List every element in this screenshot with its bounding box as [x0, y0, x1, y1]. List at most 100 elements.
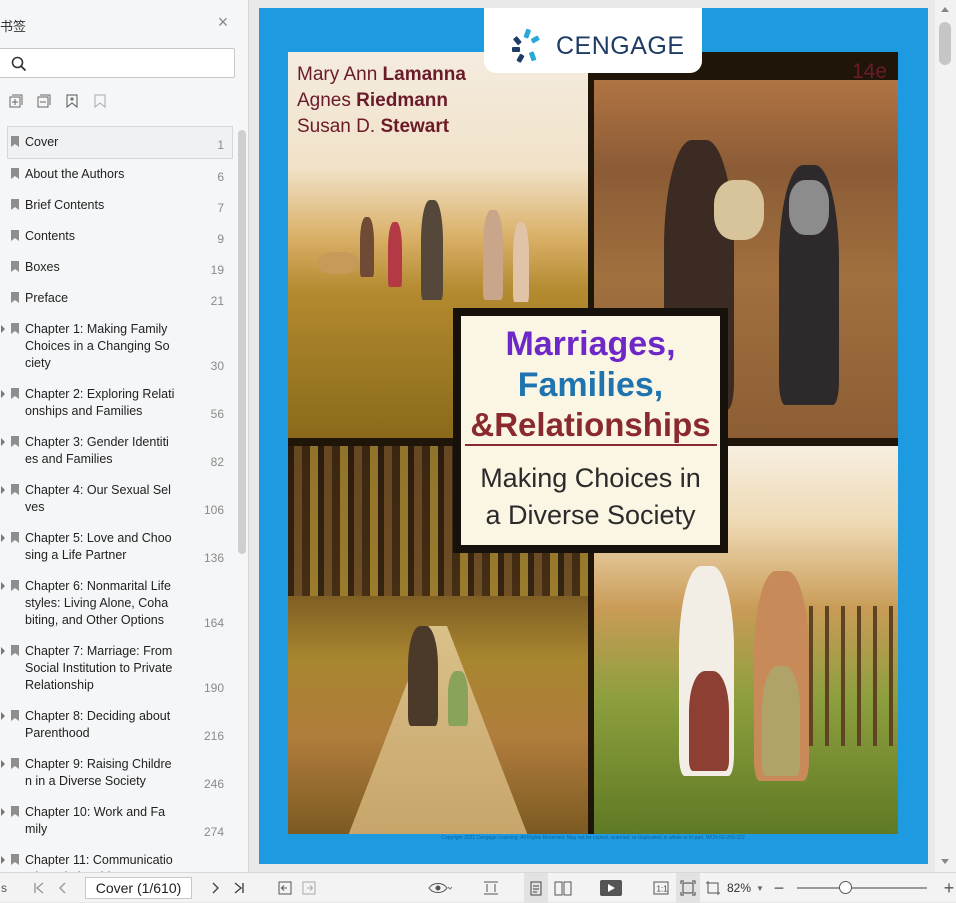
vertical-scrollbar[interactable] [935, 0, 956, 872]
author-last-name: Riedmann [356, 90, 449, 111]
panel-scrollbar[interactable] [238, 130, 246, 554]
expand-arrow-icon[interactable] [1, 760, 5, 768]
bookmark-icon [11, 388, 19, 399]
title-line-1: Marriages, [505, 325, 676, 363]
bookmark-item[interactable]: Boxes 19 [0, 252, 236, 283]
expand-arrow-icon[interactable] [1, 534, 5, 542]
author-first-name: Susan D. [297, 116, 376, 137]
status-bar: s Cover (1/610) 1:1 82% ▼ − + [0, 872, 956, 903]
next-page-icon[interactable] [205, 873, 225, 903]
bookmark-item[interactable]: Chapter 5: Love and Choosing a Life Part… [0, 523, 236, 571]
expand-arrow-icon[interactable] [1, 808, 5, 816]
fit-page-icon[interactable] [676, 873, 700, 903]
actual-size-icon[interactable]: 1:1 [651, 873, 671, 903]
bookmark-item[interactable]: Chapter 10: Work and Family 274 [0, 797, 236, 845]
bookmark-toolbar [6, 92, 110, 110]
cengage-logo-icon [512, 28, 540, 63]
bookmark-icon [11, 230, 19, 241]
go-back-icon[interactable] [275, 873, 295, 903]
bookmark-page-number: 164 [203, 616, 224, 630]
expand-arrow-icon[interactable] [1, 582, 5, 590]
scroll-up-arrow-icon[interactable] [941, 7, 949, 12]
zoom-slider[interactable] [797, 887, 927, 889]
bookmark-item[interactable]: Contents 9 [0, 221, 236, 252]
last-page-icon[interactable] [229, 873, 249, 903]
copyright-notice: Copyright 2021 Cengage Learning. All Rig… [441, 835, 745, 841]
subtitle-line-1: Making Choices in [480, 463, 701, 493]
zoom-crop-icon[interactable] [703, 873, 723, 903]
first-page-icon[interactable] [29, 873, 49, 903]
bookmark-icon [11, 710, 19, 721]
bookmark-item[interactable]: Chapter 11: Communication in Relationshi… [0, 845, 236, 872]
author-last-name: Stewart [380, 116, 450, 137]
author-name: Mary Ann Lamanna [297, 62, 466, 88]
bookmark-item[interactable]: Chapter 2: Exploring Relationships and F… [0, 379, 236, 427]
zoom-in-icon[interactable]: + [941, 873, 956, 903]
expand-arrow-icon[interactable] [1, 438, 5, 446]
expand-arrow-icon[interactable] [1, 325, 5, 333]
bookmark-item[interactable]: Chapter 1: Making Family Choices in a Ch… [0, 314, 236, 379]
page-number-input[interactable]: Cover (1/610) [85, 877, 192, 899]
bookmark-label: Chapter 10: Work and Family [25, 805, 166, 836]
expand-arrow-icon[interactable] [1, 856, 5, 864]
bookmark-search-input[interactable] [0, 48, 235, 78]
bookmark-label: Chapter 4: Our Sexual Selves [25, 483, 171, 514]
bookmark-icon [11, 136, 19, 147]
bookmark-page-number: 1 [217, 138, 224, 152]
bookmark-panel: 书签 × Cover 1 About the Authors 6 Brief Conte… [0, 0, 249, 872]
zoom-slider-thumb[interactable] [839, 881, 853, 894]
remove-bookmark-icon[interactable] [90, 92, 110, 110]
expand-arrow-icon[interactable] [1, 390, 5, 398]
expand-arrow-icon[interactable] [1, 712, 5, 720]
bookmark-label: Chapter 7: Marriage: From Social Institu… [25, 644, 173, 692]
author-list: Mary Ann Lamanna Agnes Riedmann Susan D. S… [297, 62, 466, 140]
bookmark-item[interactable]: Chapter 3: Gender Identities and Familie… [0, 427, 236, 475]
bookmark-label: Chapter 2: Exploring Relationships and F… [25, 387, 175, 418]
bookmark-item[interactable]: About the Authors 6 [0, 159, 236, 190]
bookmark-label: Chapter 3: Gender Identities and Familie… [25, 435, 169, 466]
bookmark-list: Cover 1 About the Authors 6 Brief Contents 7 C… [0, 126, 236, 872]
zoom-out-icon[interactable]: − [771, 873, 787, 903]
zoom-level-value: 82% [727, 881, 752, 895]
expand-arrow-icon[interactable] [1, 486, 5, 494]
author-first-name: Agnes [297, 90, 351, 111]
bookmark-item[interactable]: Chapter 6: Nonmarital Lifestyles: Living… [0, 571, 236, 636]
add-bookmark-icon[interactable] [62, 92, 82, 110]
fit-width-icon[interactable] [480, 873, 502, 903]
bookmark-item[interactable]: Brief Contents 7 [0, 190, 236, 221]
bookmark-page-number: 6 [217, 170, 224, 184]
previous-page-icon[interactable] [53, 873, 73, 903]
single-page-icon[interactable] [524, 873, 548, 903]
slideshow-play-icon[interactable] [598, 873, 624, 903]
collapse-all-icon[interactable] [34, 92, 54, 110]
bookmark-item[interactable]: Chapter 7: Marriage: From Social Institu… [0, 636, 236, 701]
zoom-level-select[interactable]: 82% ▼ [727, 873, 764, 903]
bookmark-item[interactable]: Preface 21 [0, 283, 236, 314]
bookmark-item[interactable]: Chapter 9: Raising Children in a Diverse… [0, 749, 236, 797]
bookmark-icon [11, 484, 19, 495]
bookmark-item[interactable]: Cover 1 [7, 126, 233, 159]
subtitle-line-2: a Diverse Society [485, 500, 696, 530]
edition-label: 14e [852, 60, 888, 83]
read-mode-eye-icon[interactable] [425, 873, 455, 903]
svg-text:1:1: 1:1 [657, 885, 669, 894]
expand-arrow-icon[interactable] [1, 647, 5, 655]
bookmark-label: Chapter 9: Raising Children in a Diverse… [25, 757, 172, 788]
two-page-icon[interactable] [551, 873, 575, 903]
search-icon [11, 56, 27, 72]
vertical-scrollbar-thumb[interactable] [939, 22, 951, 65]
bookmark-label: Chapter 11: Communication in Relationshi… [25, 853, 173, 872]
bookmark-page-number: 274 [203, 825, 224, 839]
bookmark-page-number: 9 [217, 232, 224, 246]
bookmark-item[interactable]: Chapter 8: Deciding about Parenthood 216 [0, 701, 236, 749]
bookmark-item[interactable]: Chapter 4: Our Sexual Selves 106 [0, 475, 236, 523]
close-icon[interactable]: × [215, 13, 231, 31]
title-line-2: Families, [517, 366, 664, 404]
bookmark-label: Boxes [25, 260, 60, 274]
bookmark-label: Preface [25, 291, 69, 305]
bookmark-icon [11, 436, 19, 447]
scroll-down-arrow-icon[interactable] [941, 859, 949, 864]
go-forward-icon[interactable] [299, 873, 319, 903]
expand-all-icon[interactable] [6, 92, 26, 110]
bookmark-page-number: 246 [203, 777, 224, 791]
